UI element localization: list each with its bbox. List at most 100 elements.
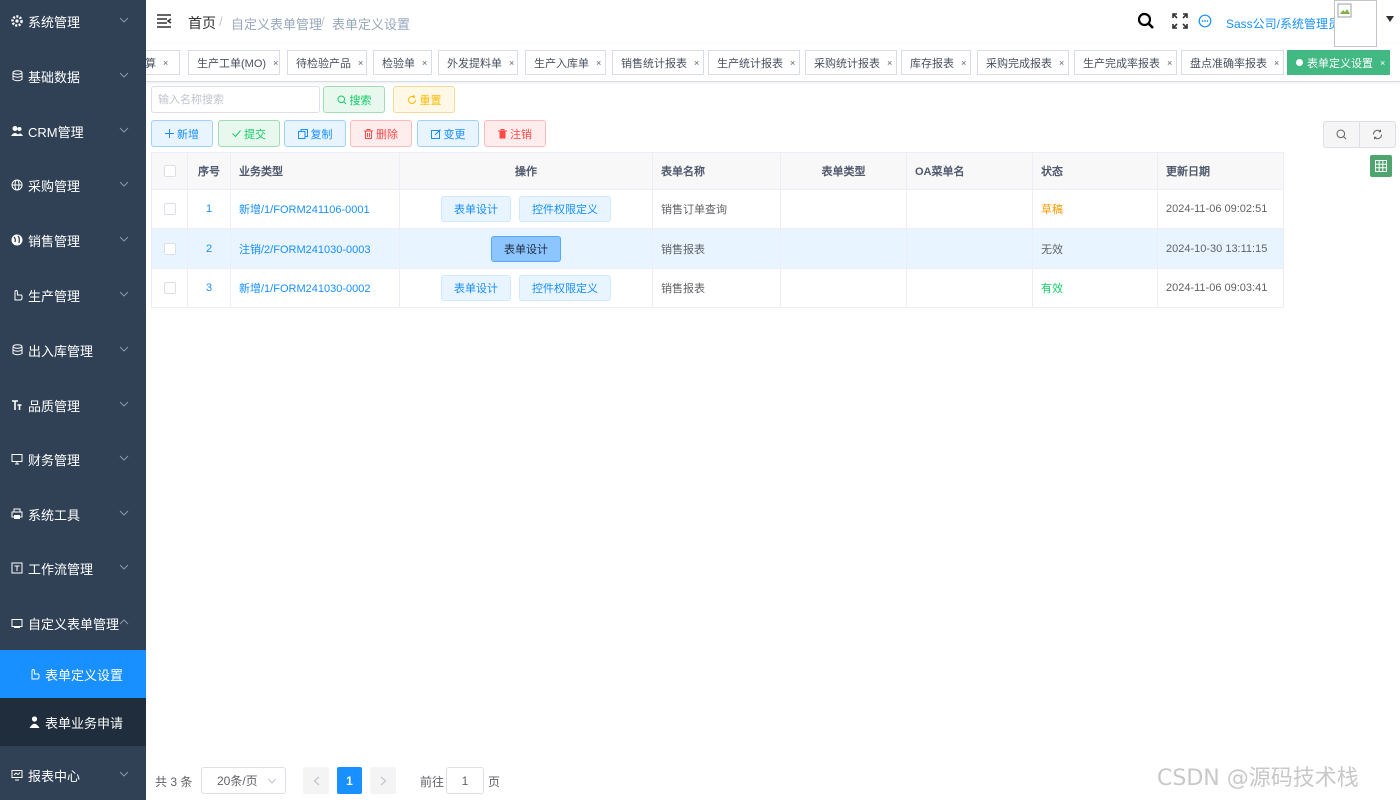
form-design-button[interactable]: 表单设计 xyxy=(441,196,511,222)
tag-item[interactable]: 采购完成报表 × xyxy=(977,50,1069,75)
sidebar-item-production[interactable]: 生产管理 xyxy=(0,268,146,322)
globe-icon xyxy=(10,178,24,192)
chevron-down-icon xyxy=(119,72,129,78)
close-icon[interactable]: × xyxy=(163,58,168,68)
tag-item[interactable]: 生产入库单 × xyxy=(525,50,606,75)
page-size-select[interactable]: 20条/页 xyxy=(201,767,286,794)
close-icon[interactable]: × xyxy=(887,58,892,68)
sidebar-item-system-tools[interactable]: 系统工具 xyxy=(0,487,146,541)
database-icon xyxy=(10,343,24,357)
fullscreen-icon[interactable] xyxy=(1171,12,1189,30)
close-icon[interactable]: × xyxy=(596,58,601,68)
search-icon[interactable] xyxy=(1137,12,1155,30)
sidebar-item-system[interactable]: 系统管理 xyxy=(0,0,146,48)
sidebar-item-purchase[interactable]: 采购管理 xyxy=(0,158,146,212)
row-checkbox[interactable] xyxy=(163,203,176,215)
tag-item[interactable]: 库存报表 × xyxy=(901,50,971,75)
copy-button[interactable]: 复制 xyxy=(284,120,346,147)
plus-icon xyxy=(165,129,174,138)
col-index: 序号 xyxy=(188,153,231,189)
table-row[interactable]: 3 新增/1/FORM241030-0002 表单设计 控件权限定义 销售报表 … xyxy=(151,269,1284,308)
business-type-link[interactable]: 新增/1/FORM241030-0002 xyxy=(231,269,400,307)
row-checkbox[interactable] xyxy=(163,242,176,255)
table-row[interactable]: 2 注销/2/FORM241030-0003 表单设计 销售报表 无效 2024… xyxy=(151,229,1284,269)
trash-icon xyxy=(364,128,373,139)
cancel-button[interactable]: 注销 xyxy=(484,120,546,147)
sidebar-item-workflow[interactable]: 工作流管理 xyxy=(0,541,146,595)
form-design-button[interactable]: 表单设计 xyxy=(491,235,561,262)
tag-item[interactable]: 采购统计报表 × xyxy=(805,50,897,75)
sidebar-item-report-center[interactable]: 报表中心 xyxy=(0,748,146,800)
next-page-button[interactable] xyxy=(370,767,396,794)
sidebar-item-custom-form[interactable]: 自定义表单管理 xyxy=(0,596,146,650)
chevron-down-icon xyxy=(268,778,276,784)
add-button[interactable]: 新增 xyxy=(151,120,213,147)
tag-item[interactable]: 算 × xyxy=(146,50,180,75)
row-checkbox[interactable] xyxy=(163,282,176,294)
sidebar-item-finance[interactable]: 财务管理 xyxy=(0,432,146,486)
table-row[interactable]: 1 新增/1/FORM241106-0001 表单设计 控件权限定义 销售订单查… xyxy=(151,190,1284,229)
tag-item-active[interactable]: 表单定义设置 × xyxy=(1287,50,1390,75)
breadcrumb-custom-form[interactable]: 自定义表单管理 xyxy=(231,14,322,33)
sidebar-subitem-form-business[interactable]: 表单业务申请 xyxy=(0,698,146,746)
sidebar-item-sales[interactable]: 销售管理 xyxy=(0,213,146,267)
sidebar-item-basic-data[interactable]: 基础数据 xyxy=(0,49,146,103)
tag-item[interactable]: 检验单 × xyxy=(373,50,432,75)
tag-item[interactable]: 生产统计报表 × xyxy=(708,50,800,75)
col-form-type: 表单类型 xyxy=(781,153,907,189)
close-icon[interactable]: × xyxy=(422,58,427,68)
refresh-icon xyxy=(1372,129,1383,140)
tags-view: 算 × 生产工单(MO) × 待检验产品 × 检验单 × 外发提料单 × 生产入库单 × 销… xyxy=(146,44,1400,82)
business-type-link[interactable]: 注销/2/FORM241030-0003 xyxy=(231,229,400,268)
text-size-icon xyxy=(10,398,24,412)
tag-item[interactable]: 销售统计报表 × xyxy=(612,50,704,75)
tag-item[interactable]: 待检验产品 × xyxy=(287,50,367,75)
business-type-link[interactable]: 新增/1/FORM241106-0001 xyxy=(231,190,400,228)
avatar[interactable] xyxy=(1334,0,1377,47)
goto-page-input[interactable] xyxy=(446,767,484,794)
user-group-icon xyxy=(10,124,24,138)
close-icon[interactable]: × xyxy=(1274,58,1279,68)
grid-icon xyxy=(1375,160,1387,172)
sidebar-item-quality[interactable]: 品质管理 xyxy=(0,378,146,432)
permission-define-button[interactable]: 控件权限定义 xyxy=(519,275,611,301)
tag-item[interactable]: 生产工单(MO) × xyxy=(188,50,280,75)
close-icon[interactable]: × xyxy=(273,58,278,68)
monitor-icon xyxy=(10,452,24,466)
select-all-checkbox[interactable] xyxy=(163,165,176,177)
sidebar-item-crm[interactable]: CRM管理 xyxy=(0,104,146,158)
permission-define-button[interactable]: 控件权限定义 xyxy=(519,196,611,222)
close-icon[interactable]: × xyxy=(961,58,966,68)
tag-item[interactable]: 盘点准确率报表 × xyxy=(1181,50,1284,75)
form-design-button[interactable]: 表单设计 xyxy=(441,275,511,301)
toggle-search-button[interactable] xyxy=(1323,121,1360,148)
close-icon[interactable]: × xyxy=(358,58,363,68)
search-input[interactable] xyxy=(151,86,320,113)
column-settings-button[interactable] xyxy=(1370,155,1392,177)
active-dot-icon xyxy=(1296,59,1303,66)
close-icon[interactable]: × xyxy=(790,58,795,68)
reset-button[interactable]: 重置 xyxy=(393,86,455,113)
search-button[interactable]: 搜索 xyxy=(323,86,385,113)
message-icon[interactable] xyxy=(1198,14,1212,28)
menu-fold-icon[interactable] xyxy=(156,13,172,29)
caret-down-icon[interactable] xyxy=(1386,16,1394,22)
sidebar-item-label: 采购管理 xyxy=(28,178,81,194)
close-icon[interactable]: × xyxy=(1380,58,1385,68)
submit-button[interactable]: 提交 xyxy=(218,120,280,147)
close-icon[interactable]: × xyxy=(694,58,699,68)
breadcrumb-home[interactable]: 首页 xyxy=(188,13,216,33)
prev-page-button[interactable] xyxy=(303,767,329,794)
sidebar-subitem-form-definition[interactable]: 表单定义设置 xyxy=(0,650,146,698)
close-icon[interactable]: × xyxy=(1059,58,1064,68)
tag-item[interactable]: 外发提料单 × xyxy=(438,50,518,75)
page-number-current[interactable]: 1 xyxy=(337,767,362,794)
delete-button[interactable]: 删除 xyxy=(350,120,412,147)
user-name[interactable]: Sass公司/系统管理员 xyxy=(1226,15,1340,32)
sidebar-item-warehouse[interactable]: 出入库管理 xyxy=(0,323,146,377)
close-icon[interactable]: × xyxy=(1167,58,1172,68)
tag-item[interactable]: 生产完成率报表 × xyxy=(1074,50,1177,75)
close-icon[interactable]: × xyxy=(509,58,514,68)
change-button[interactable]: 变更 xyxy=(417,120,479,147)
refresh-button[interactable] xyxy=(1359,121,1396,148)
